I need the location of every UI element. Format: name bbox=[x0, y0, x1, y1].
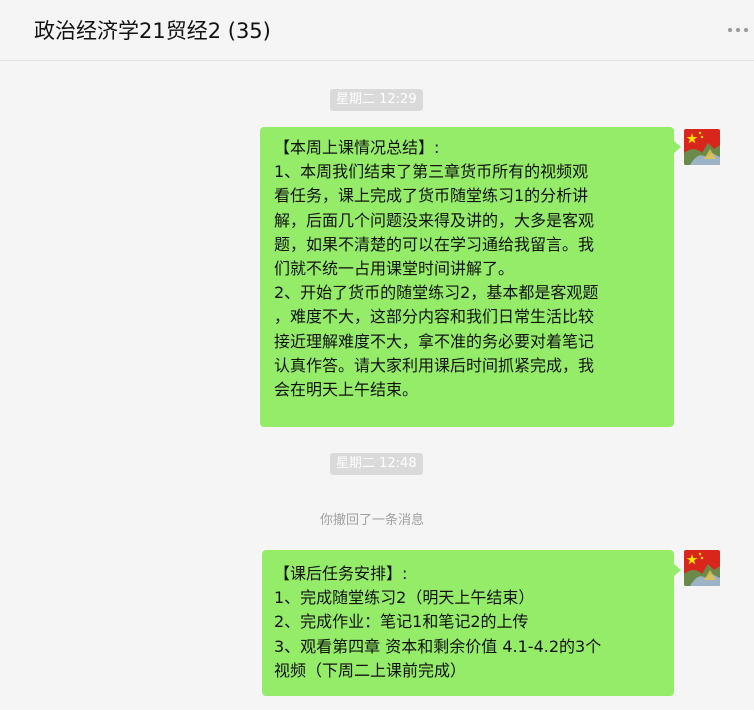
recalled-message-notice: 你撤回了一条消息 bbox=[320, 513, 425, 528]
user-avatar[interactable] bbox=[684, 550, 720, 586]
chat-header: 政治经济学21贸经2 (35) bbox=[0, 0, 754, 61]
message-bubble[interactable]: 【本周上课情况总结】: 1、本周我们结束了第三章货币所有的视频观 看任务，课上完… bbox=[260, 127, 681, 427]
more-options-icon[interactable] bbox=[728, 22, 754, 38]
message-line: 们就不统一占用课堂时间讲解了。 bbox=[274, 259, 515, 279]
flag-avatar-icon bbox=[684, 550, 720, 586]
user-avatar[interactable] bbox=[684, 129, 720, 165]
chat-title[interactable]: 政治经济学21贸经2 (35) bbox=[34, 15, 271, 45]
message-line: 接近理解难度不大，拿不准的务必要对着笔记 bbox=[274, 331, 595, 351]
message-line: 2、开始了货币的随堂练习2，基本都是客观题 bbox=[274, 283, 599, 303]
message-line: 1、本周我们结束了第三章货币所有的视频观 bbox=[274, 162, 589, 182]
message-line: 1、完成随堂练习2（明天上午结束） bbox=[274, 588, 535, 608]
message-line: 会在明天上午结束。 bbox=[274, 380, 419, 400]
message-line: 2、完成作业：笔记1和笔记2的上传 bbox=[274, 612, 529, 632]
message-line: 【本周上课情况总结】: bbox=[274, 138, 440, 157]
timestamp: 星期二 12:48 bbox=[330, 453, 423, 475]
message-line: 视频（下周二上课前完成） bbox=[274, 660, 467, 680]
message-line: ，难度不大，这部分内容和我们日常生活比较 bbox=[274, 307, 595, 327]
message-line: 【课后任务安排】: bbox=[274, 564, 408, 583]
message-line: 解，后面几个问题没来得及讲的，大多是客观 bbox=[274, 210, 595, 230]
message-line: 看任务，课上完成了货币随堂练习1的分析讲 bbox=[274, 186, 589, 206]
timestamp: 星期二 12:29 bbox=[330, 89, 423, 111]
message-line: 题，如果不清楚的可以在学习通给我留言。我 bbox=[274, 234, 595, 254]
message-line: 3、观看第四章 资本和剩余价值 4.1-4.2的3个 bbox=[274, 636, 602, 656]
message-line: 认真作答。请大家利用课后时间抓紧完成，我 bbox=[274, 355, 595, 375]
flag-avatar-icon bbox=[684, 129, 720, 165]
message-bubble[interactable]: 【课后任务安排】: 1、完成随堂练习2（明天上午结束） 2、完成作业：笔记1和笔… bbox=[262, 550, 681, 696]
